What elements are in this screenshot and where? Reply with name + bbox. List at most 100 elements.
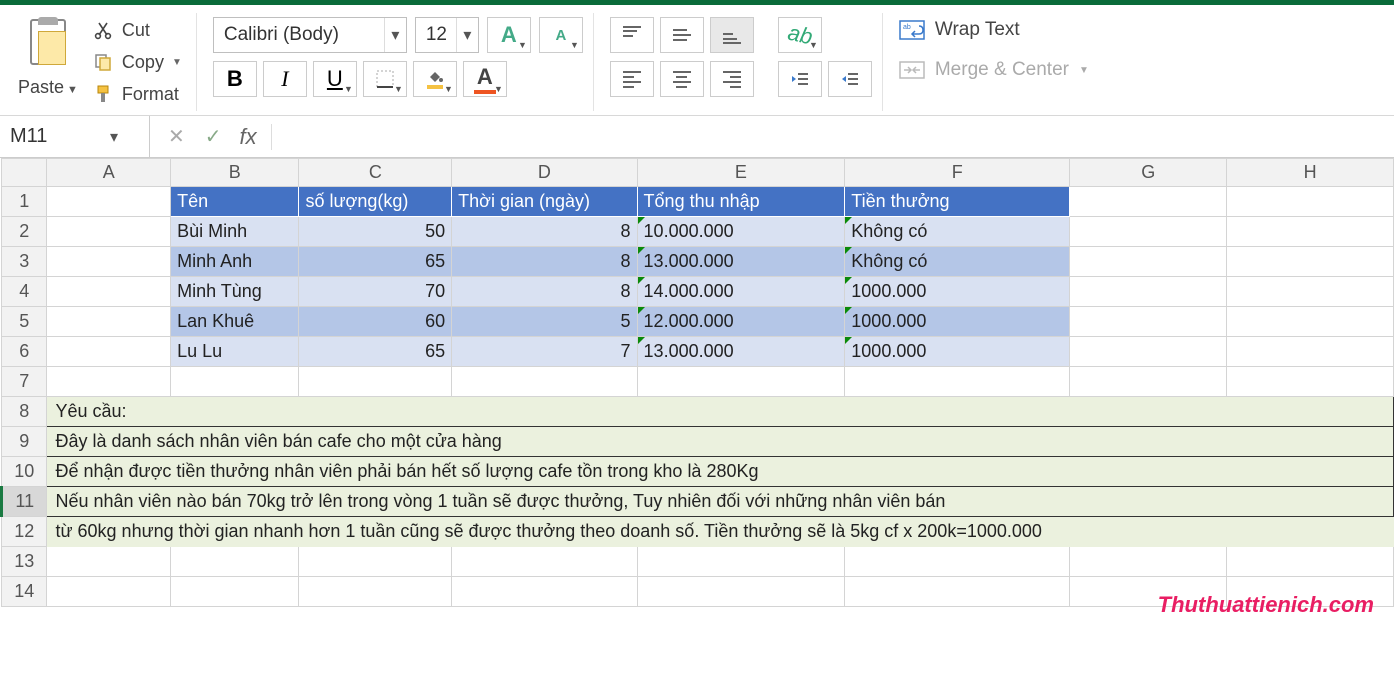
cell[interactable] [47,547,171,577]
row-header[interactable]: 14 [2,577,47,607]
font-size-input[interactable] [416,20,456,50]
font-name-input[interactable] [214,20,384,50]
row-header[interactable]: 6 [2,337,47,367]
cell[interactable]: Không có [845,247,1070,277]
cell[interactable]: Lan Khuê [171,307,299,337]
cell[interactable]: 14.000.000 [637,277,845,307]
align-center-button[interactable] [660,61,704,97]
cell[interactable]: 70 [299,277,452,307]
cell[interactable] [1070,307,1227,337]
font-size-combo[interactable]: ▾ [415,17,479,53]
align-left-button[interactable] [610,61,654,97]
align-right-button[interactable] [710,61,754,97]
cell[interactable] [845,367,1070,397]
note-cell[interactable]: Nếu nhân viên nào bán 70kg trở lên trong… [47,487,1394,517]
cell[interactable] [1227,337,1394,367]
accept-formula-button[interactable]: ✓ [205,124,222,149]
cell[interactable]: Thời gian (ngày) [452,187,637,217]
row-header[interactable]: 3 [2,247,47,277]
column-header[interactable]: A [47,159,171,187]
cell[interactable] [47,577,171,607]
cell[interactable]: 65 [299,337,452,367]
cell[interactable] [452,367,637,397]
format-painter-button[interactable]: Format [88,81,186,107]
cell[interactable]: Không có [845,217,1070,247]
cell[interactable] [845,547,1070,577]
cell[interactable]: Tiền thưởng [845,187,1070,217]
cell[interactable] [47,337,171,367]
column-header[interactable]: E [637,159,845,187]
cell[interactable] [637,577,845,607]
cell[interactable] [1070,367,1227,397]
cell[interactable] [1227,307,1394,337]
cell[interactable]: Minh Tùng [171,277,299,307]
paste-button[interactable]: Paste▼ [18,17,78,107]
cell[interactable]: 13.000.000 [637,337,845,367]
cell[interactable] [452,577,637,607]
align-top-button[interactable] [610,17,654,53]
cell[interactable] [47,277,171,307]
cell[interactable] [47,367,171,397]
row-header[interactable]: 9 [2,427,47,457]
column-header[interactable]: F [845,159,1070,187]
column-header[interactable]: D [452,159,637,187]
column-header[interactable]: B [171,159,299,187]
cell[interactable]: 1000.000 [845,307,1070,337]
cell[interactable]: 60 [299,307,452,337]
row-header[interactable]: 10 [2,457,47,487]
name-box[interactable]: ▾ [0,116,150,157]
row-header[interactable]: 2 [2,217,47,247]
grow-font-button[interactable]: A▼ [487,17,531,53]
row-header[interactable]: 5 [2,307,47,337]
cell[interactable] [1070,337,1227,367]
note-cell[interactable]: Đây là danh sách nhân viên bán cafe cho … [47,427,1394,457]
cell[interactable] [299,577,452,607]
cell[interactable]: Bùi Minh [171,217,299,247]
cell[interactable] [1227,187,1394,217]
chevron-down-icon[interactable]: ▾ [456,18,478,52]
fill-color-button[interactable]: ▼ [413,61,457,97]
cell-reference-input[interactable] [10,125,110,148]
cell[interactable] [1070,547,1227,577]
note-cell[interactable]: từ 60kg nhưng thời gian nhanh hơn 1 tuần… [47,517,1394,547]
row-header[interactable]: 13 [2,547,47,577]
italic-button[interactable]: I [263,61,307,97]
cell[interactable] [299,547,452,577]
cell[interactable] [1227,547,1394,577]
column-header[interactable]: C [299,159,452,187]
cell[interactable]: 10.000.000 [637,217,845,247]
align-middle-button[interactable] [660,17,704,53]
cell[interactable]: 65 [299,247,452,277]
font-name-combo[interactable]: ▾ [213,17,407,53]
chevron-down-icon[interactable]: ▼ [172,57,182,68]
merge-center-button[interactable]: Merge & Center ▼ [899,59,1089,81]
row-header[interactable]: 1 [2,187,47,217]
underline-button[interactable]: U▼ [313,61,357,97]
cell[interactable] [1070,277,1227,307]
note-cell[interactable]: Yêu cầu: [47,397,1394,427]
cell[interactable] [171,577,299,607]
cell[interactable] [299,367,452,397]
row-header[interactable]: 4 [2,277,47,307]
cell[interactable] [1070,187,1227,217]
font-color-button[interactable]: A▼ [463,61,507,97]
borders-button[interactable]: ▼ [363,61,407,97]
cell[interactable]: Minh Anh [171,247,299,277]
cell[interactable] [1227,247,1394,277]
copy-button[interactable]: Copy ▼ [88,49,186,75]
cell[interactable] [47,307,171,337]
chevron-down-icon[interactable]: ▼ [1079,65,1089,76]
cell[interactable]: 5 [452,307,637,337]
cell[interactable] [637,367,845,397]
cell[interactable] [845,577,1070,607]
cell[interactable]: 1000.000 [845,277,1070,307]
cell[interactable] [47,187,171,217]
note-cell[interactable]: Để nhận được tiền thưởng nhân viên phải … [47,457,1394,487]
cell[interactable] [1070,247,1227,277]
cell[interactable]: Tổng thu nhập [637,187,845,217]
orientation-button[interactable]: ab▼ [778,17,822,53]
shrink-font-button[interactable]: A▼ [539,17,583,53]
cell[interactable]: 50 [299,217,452,247]
spreadsheet-grid[interactable]: ABCDEFGH1Tênsố lượng(kg)Thời gian (ngày)… [0,158,1394,607]
fx-label[interactable]: fx [240,124,272,150]
